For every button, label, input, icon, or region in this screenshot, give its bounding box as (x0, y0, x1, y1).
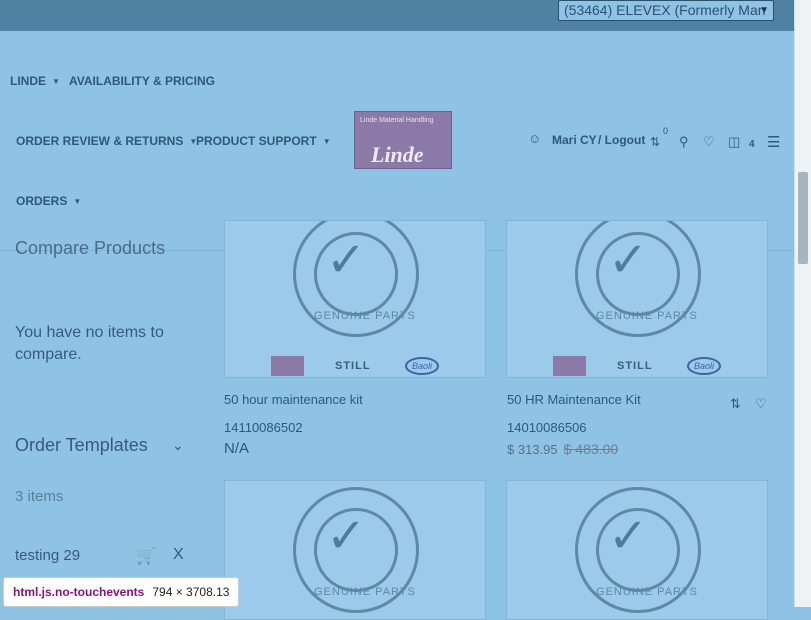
nav-order-review-returns[interactable]: ORDER REVIEW & RETURNS ▼ (16, 134, 197, 148)
user-icon: ☺ (528, 131, 542, 146)
checkmark-icon: ✓ (608, 234, 649, 287)
product-sku: 14010086506 (507, 420, 587, 435)
remove-template-button[interactable]: X (173, 546, 184, 564)
linde-brand-logo (553, 356, 586, 376)
cart-icon[interactable]: ◫ (728, 134, 740, 150)
checkmark-icon: ✓ (326, 234, 367, 287)
nav-orders[interactable]: ORDERS ▼ (16, 194, 81, 208)
account-select-value: (53464) ELEVEX (Formerly Man (564, 2, 766, 18)
scrollbar-thumb[interactable] (798, 172, 808, 264)
chevron-down-icon[interactable]: ⌄ (172, 437, 184, 454)
compare-count: 0 (663, 126, 669, 136)
search-icon[interactable]: ⚲ (679, 134, 689, 150)
product-card[interactable]: ✓ GENUINE PARTS (506, 480, 768, 620)
devtools-element-tooltip: html.js.no-touchevents 794 × 3708.13 (3, 577, 240, 607)
brand-logos: STILL Baoli (271, 356, 443, 377)
account-select[interactable]: (53464) ELEVEX (Formerly Man ▼ (558, 0, 774, 21)
genuine-parts-seal: ✓ GENUINE PARTS (293, 487, 419, 613)
product-card[interactable]: ✓ GENUINE PARTS STILL Baoli (506, 220, 768, 378)
brand-logos: STILL Baoli (553, 356, 725, 377)
product-sku: 14110086502 (224, 420, 303, 435)
chevron-down-icon: ▼ (322, 137, 331, 146)
compare-icon[interactable]: ⇅ (730, 396, 741, 412)
compare-icon[interactable]: ⇅ (650, 135, 660, 149)
user-name[interactable]: Mari CY (552, 133, 597, 147)
chevron-down-icon: ▼ (52, 77, 60, 86)
genuine-parts-seal: ✓ GENUINE PARTS (575, 221, 701, 337)
product-price: $ 313.95 $ 483.00 (507, 441, 619, 457)
chevron-down-icon: ▼ (73, 197, 82, 206)
linde-logo[interactable]: Linde Material Handling Linde (354, 111, 452, 169)
cart-count: 4 (749, 139, 755, 150)
wishlist-heart-icon[interactable]: ♡ (703, 134, 715, 150)
original-price: $ 483.00 (563, 441, 619, 457)
logout-link[interactable]: / Logout (598, 133, 645, 147)
nav-product-support[interactable]: PRODUCT SUPPORT ▼ (196, 134, 331, 148)
product-card[interactable]: ✓ GENUINE PARTS (224, 480, 486, 620)
nav-availability-pricing[interactable]: AVAILABILITY & PRICING (69, 74, 215, 88)
wishlist-heart-icon[interactable]: ♡ (755, 396, 767, 412)
product-name[interactable]: 50 hour maintenance kit (224, 392, 363, 407)
nav-linde[interactable]: LINDE ▼ (10, 74, 60, 88)
genuine-parts-seal: ✓ GENUINE PARTS (293, 221, 419, 337)
page-scrollbar[interactable] (794, 0, 811, 607)
genuine-parts-seal: ✓ GENUINE PARTS (575, 487, 701, 613)
chevron-down-icon: ▼ (759, 5, 769, 16)
product-name[interactable]: 50 HR Maintenance Kit (507, 392, 641, 407)
order-templates-heading[interactable]: Order Templates (15, 435, 148, 456)
menu-icon[interactable]: ☰ (767, 133, 780, 151)
product-card[interactable]: ✓ GENUINE PARTS STILL Baoli (224, 220, 486, 378)
product-price: N/A (224, 440, 250, 457)
add-template-to-cart-icon[interactable]: 🛒 (136, 546, 156, 566)
compare-empty-message: You have no items to compare. (15, 324, 164, 363)
checkmark-icon: ✓ (326, 510, 367, 563)
order-template-item[interactable]: testing 29 (15, 547, 80, 564)
compare-products-heading[interactable]: Compare Products (15, 238, 165, 259)
linde-brand-logo (271, 356, 304, 376)
order-templates-count: 3 items (15, 488, 64, 505)
checkmark-icon: ✓ (608, 510, 649, 563)
